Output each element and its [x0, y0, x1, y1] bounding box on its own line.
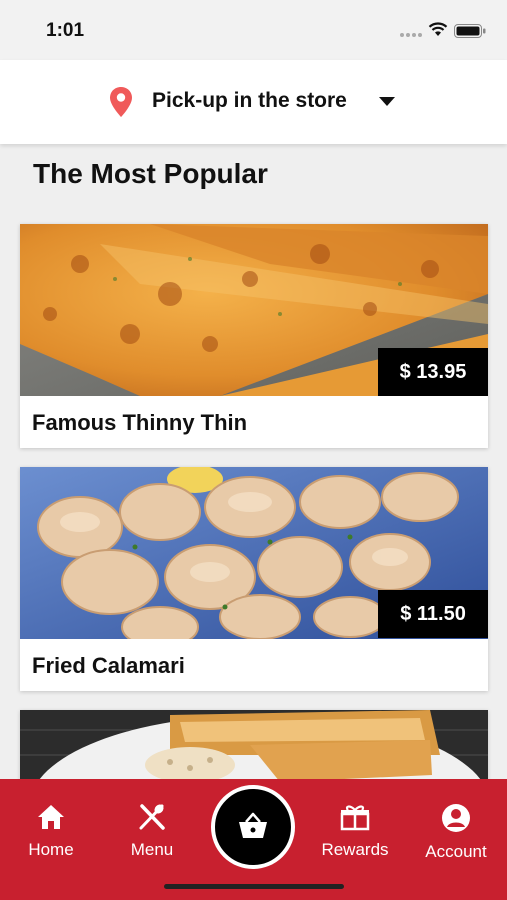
wifi-icon	[428, 22, 448, 36]
section-title: The Most Popular	[33, 158, 268, 189]
nav-home-label: Home	[28, 840, 74, 859]
nav-rewards[interactable]: Rewards	[310, 803, 400, 860]
pickup-mode-label[interactable]: Pick-up in the store	[152, 89, 347, 113]
price-tag: $ 13.95	[378, 348, 488, 396]
caret-down-icon[interactable]	[378, 96, 396, 107]
nav-account-label: Account	[425, 842, 487, 861]
nav-menu[interactable]: Menu	[107, 803, 197, 860]
menu-item-name: Famous Thinny Thin	[32, 410, 248, 435]
basket-icon	[239, 812, 267, 838]
menu-item-card[interactable]: $ 11.50 Fried Calamari	[20, 467, 488, 691]
status-time: 1:01	[46, 20, 85, 41]
price-tag: $ 11.50	[378, 590, 488, 638]
menu-item-card[interactable]: $ 13.95 Famous Thinny Thin	[20, 224, 488, 448]
map-pin-icon	[110, 87, 132, 117]
nav-account[interactable]: Account	[411, 803, 501, 862]
nav-home[interactable]: Home	[6, 803, 96, 860]
account-icon	[442, 804, 470, 832]
home-icon	[38, 805, 64, 829]
battery-icon	[454, 24, 486, 38]
signal-icon	[400, 33, 424, 37]
nav-menu-label: Menu	[130, 840, 174, 859]
utensils-icon	[139, 804, 165, 830]
menu-item-name: Fried Calamari	[32, 653, 185, 678]
status-bar: 1:01	[0, 0, 507, 60]
gift-icon	[340, 805, 370, 831]
nav-rewards-label: Rewards	[321, 840, 389, 859]
cart-button[interactable]	[211, 785, 295, 869]
home-indicator	[164, 884, 344, 889]
